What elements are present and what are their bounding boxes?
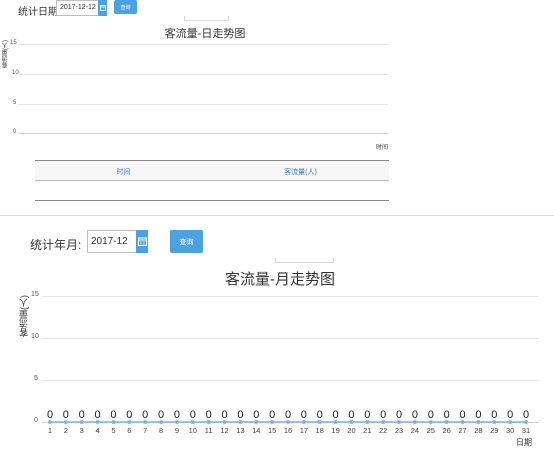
monthly-x-tick: 6 [127, 426, 131, 435]
monthly-data-label: 0 [396, 409, 402, 421]
monthly-data-label: 0 [221, 409, 227, 421]
monthly-x-tick: 5 [111, 426, 115, 435]
monthly-x-tick: 21 [363, 426, 371, 435]
monthly-data-label: 0 [269, 409, 275, 421]
monthly-x-tick: 12 [220, 426, 228, 435]
monthly-data-label: 0 [412, 409, 418, 421]
monthly-x-tick: 14 [252, 426, 260, 435]
monthly-x-tick: 23 [395, 426, 403, 435]
monthly-x-tick: 27 [458, 426, 466, 435]
monthly-x-tick: 20 [347, 426, 355, 435]
monthly-data-label: 0 [317, 409, 323, 421]
monthly-x-tick: 3 [80, 426, 84, 435]
monthly-x-tick: 19 [331, 426, 339, 435]
monthly-data-label: 0 [333, 409, 339, 421]
monthly-data-label: 0 [158, 409, 164, 421]
monthly-data-label: 0 [237, 409, 243, 421]
monthly-data-label: 0 [428, 409, 434, 421]
monthly-x-tick: 10 [189, 426, 197, 435]
monthly-data-label: 0 [475, 409, 481, 421]
monthly-x-tick: 22 [379, 426, 387, 435]
monthly-x-tick: 7 [143, 426, 147, 435]
monthly-data-label: 0 [79, 409, 85, 421]
monthly-data-label: 0 [174, 409, 180, 421]
monthly-data-label: 0 [95, 409, 101, 421]
monthly-data-label: 0 [285, 409, 291, 421]
monthly-data-label: 0 [364, 409, 370, 421]
monthly-x-tick: 25 [427, 426, 435, 435]
monthly-x-tick: 29 [490, 426, 498, 435]
monthly-data-label: 0 [348, 409, 354, 421]
monthly-data-label: 0 [523, 409, 529, 421]
monthly-data-label: 0 [142, 409, 148, 421]
monthly-data-label: 0 [206, 409, 212, 421]
monthly-x-axis-label: 日期 [516, 438, 532, 447]
monthly-data-label: 0 [459, 409, 465, 421]
monthly-data-label: 0 [190, 409, 196, 421]
monthly-data-label: 0 [47, 409, 53, 421]
monthly-data-label: 0 [301, 409, 307, 421]
monthly-x-tick: 18 [316, 426, 324, 435]
monthly-data-label: 0 [126, 409, 132, 421]
monthly-x-tick: 15 [268, 426, 276, 435]
monthly-data-label: 0 [253, 409, 259, 421]
monthly-plot: 0102030405060708090100110120130140150160… [47, 409, 530, 435]
monthly-x-tick: 9 [175, 426, 179, 435]
monthly-x-tick: 4 [96, 426, 100, 435]
monthly-x-tick: 13 [236, 426, 244, 435]
monthly-x-tick: 24 [411, 426, 419, 435]
monthly-x-tick: 30 [506, 426, 514, 435]
monthly-data-label: 0 [507, 409, 513, 421]
monthly-data-label: 0 [380, 409, 386, 421]
monthly-x-tick: 2 [64, 426, 68, 435]
monthly-x-tick: 8 [159, 426, 163, 435]
monthly-data-label: 0 [110, 409, 116, 421]
monthly-x-tick: 16 [284, 426, 292, 435]
monthly-x-tick: 28 [474, 426, 482, 435]
monthly-x-tick: 11 [205, 426, 213, 435]
monthly-data-label: 0 [63, 409, 69, 421]
monthly-x-tick: 17 [300, 426, 308, 435]
monthly-x-tick: 31 [522, 426, 530, 435]
monthly-data-label: 0 [444, 409, 450, 421]
monthly-data-label: 0 [491, 409, 497, 421]
monthly-x-tick: 1 [48, 426, 52, 435]
monthly-x-tick: 26 [442, 426, 450, 435]
